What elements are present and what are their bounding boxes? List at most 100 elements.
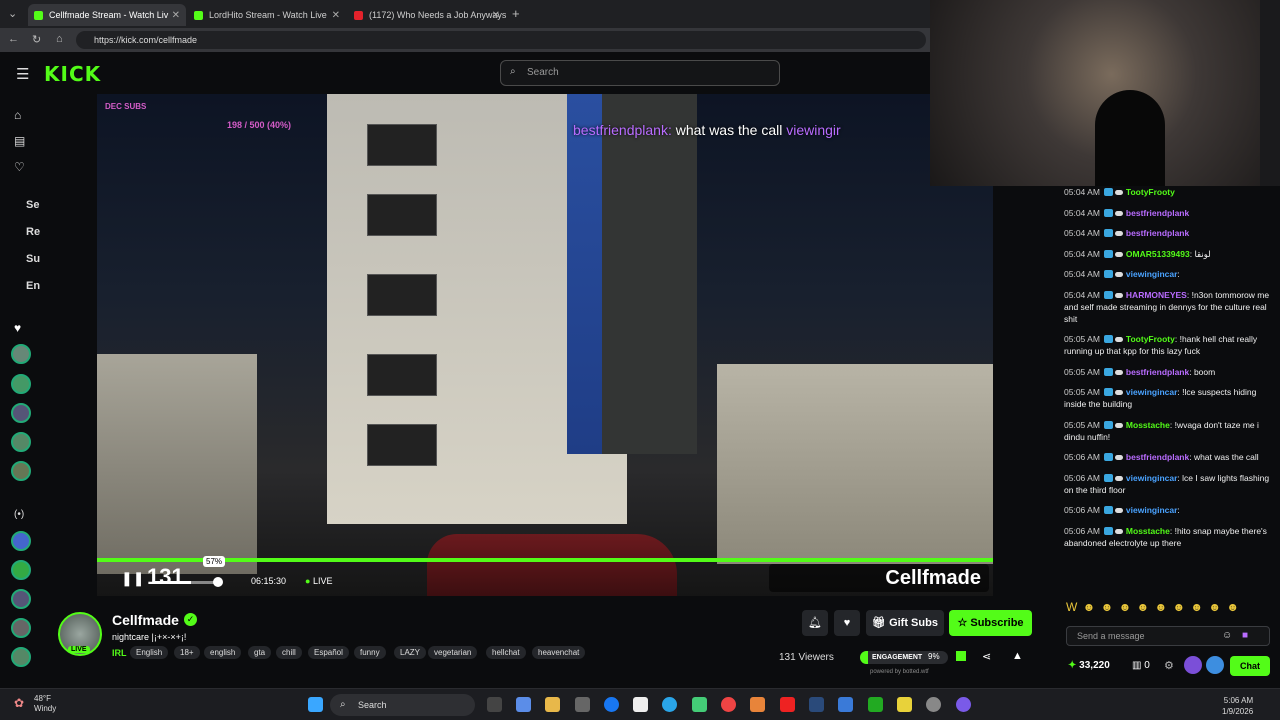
stream-tag[interactable]: vegetarian [428,646,478,659]
sidebar-item-section[interactable]: Re [26,226,40,238]
reload-icon[interactable]: ↻ [32,33,41,46]
app-icon[interactable] [956,697,971,712]
chat-username[interactable]: viewingincar [1126,473,1178,483]
sidebar-item-section[interactable]: Se [26,199,39,211]
back-icon[interactable]: ← [8,33,19,45]
stream-category[interactable]: IRL [112,648,127,658]
tab-cellfmade[interactable]: Cellfmade Stream - Watch Liv ✕ [28,4,186,26]
chrome-icon[interactable] [721,697,736,712]
extension-badge-icon[interactable] [1206,656,1224,674]
chat-username[interactable]: Mosstache [1126,420,1170,430]
tab-list-icon[interactable]: ⌄ [8,7,17,20]
edge-icon[interactable] [662,697,677,712]
tab-lordhito[interactable]: LordHito Stream - Watch Live ✕ [188,4,346,26]
taskbar-search[interactable]: Search [330,694,475,716]
report-icon[interactable]: ▲ [1012,650,1023,662]
start-icon[interactable] [308,697,323,712]
recommended-channel-avatar[interactable] [11,618,31,638]
task-view-icon[interactable] [487,697,502,712]
stream-tag[interactable]: Español [308,646,349,659]
sidebar-item-section[interactable]: Su [26,253,40,265]
obs-icon[interactable] [926,697,941,712]
file-explorer-icon[interactable] [545,697,560,712]
volume-slider-handle[interactable] [213,577,223,587]
store-icon[interactable] [575,697,590,712]
notification-bell-button[interactable]: 🔔︎ [802,610,828,636]
xbox-icon[interactable] [868,697,883,712]
chat-username[interactable]: TootyFrooty [1126,334,1175,344]
share-icon[interactable]: ⋖ [982,650,991,663]
copilot-icon[interactable] [516,697,531,712]
chat-username[interactable]: viewingincar [1126,269,1178,279]
close-tab-icon[interactable]: ✕ [332,10,340,21]
home-icon[interactable]: ⌂ [56,33,63,45]
video-player[interactable]: DEC SUBS 198 / 500 (40%) bestfriendplank… [97,94,993,596]
followed-channel-avatar[interactable] [11,344,31,364]
menu-icon[interactable]: ☰ [16,65,29,83]
stream-tag[interactable]: heavenchat [532,646,586,659]
tab-youtube[interactable]: (1172) Who Needs a Job Anyways ✕ [348,4,506,26]
chat-username[interactable]: bestfriendplank [1126,367,1189,377]
recommended-channel-avatar[interactable] [11,647,31,667]
stat-icon[interactable] [956,651,966,661]
extension-icon[interactable]: ■ [1242,630,1248,641]
stream-tag[interactable]: funny [354,646,386,659]
stream-tag[interactable]: chill [276,646,302,659]
live-indicator[interactable]: ● LIVE [305,576,332,586]
live-progress-bar[interactable] [97,558,993,562]
steam-icon[interactable] [809,697,824,712]
chat-username[interactable]: HARMONEYES [1126,290,1187,300]
url-field[interactable]: https://kick.com/cellfmade [76,31,926,49]
chat-username[interactable]: Mosstache [1126,526,1170,536]
search-input[interactable]: Search [500,60,780,86]
chat-username[interactable]: bestfriendplank [1126,452,1189,462]
amazon-icon[interactable] [633,697,648,712]
youtube-icon[interactable] [780,697,795,712]
followed-channel-avatar[interactable] [11,461,31,481]
recommended-channel-avatar[interactable] [11,560,31,580]
recommended-channel-avatar[interactable] [11,589,31,609]
gift-subs-button[interactable]: 🎁︎ Gift Subs [866,610,944,636]
stream-tag[interactable]: english [204,646,242,659]
stream-tag[interactable]: English [130,646,169,659]
calculator-icon[interactable] [692,697,707,712]
followed-channel-avatar[interactable] [11,374,31,394]
stream-tag[interactable]: gta [248,646,272,659]
close-tab-icon[interactable]: ✕ [492,10,500,21]
recommended-icon[interactable]: (•) [14,509,24,520]
emoji-icon[interactable]: ☺ [1222,630,1232,641]
followed-channel-avatar[interactable] [11,432,31,452]
weather-widget[interactable]: 48°F Windy [34,694,56,714]
extension-badge-icon[interactable] [1184,656,1202,674]
chat-username[interactable]: OMAR51339493 [1126,249,1190,259]
chat-username[interactable]: bestfriendplank [1126,228,1189,238]
recommended-channel-avatar[interactable] [11,531,31,551]
close-tab-icon[interactable]: ✕ [172,10,180,21]
new-tab-button[interactable]: + [512,6,520,21]
chat-username[interactable]: bestfriendplank [1126,208,1189,218]
rewards-count[interactable]: ▥ 0 [1132,660,1150,671]
chat-send-button[interactable]: Chat [1230,656,1270,676]
chat-settings-icon[interactable]: ⚙ [1164,659,1174,672]
notes-icon[interactable] [897,697,912,712]
facebook-icon[interactable] [604,697,619,712]
system-clock[interactable]: 5:06 AM 1/9/2026 [1222,695,1253,717]
chat-username[interactable]: TootyFrooty [1126,187,1175,197]
following-icon[interactable]: ♡ [14,160,25,174]
pause-button[interactable]: ❚❚ [121,570,144,587]
heart-icon[interactable]: ♥ [14,321,21,335]
app-icon[interactable] [838,697,853,712]
follow-heart-button[interactable]: ♥ [834,610,860,636]
stream-tag[interactable]: hellchat [486,646,526,659]
kick-logo[interactable]: KICK [44,62,101,86]
chat-username[interactable]: viewingincar [1126,387,1178,397]
vlc-icon[interactable] [750,697,765,712]
stream-tag[interactable]: LAZY [394,646,427,659]
sidebar-item-section[interactable]: En [26,280,40,292]
home-icon[interactable]: ⌂ [14,108,21,122]
chat-message-input[interactable]: Send a message [1066,626,1270,646]
channel-points[interactable]: ✦ 33,220 [1068,660,1110,671]
browse-icon[interactable]: ▤ [14,134,25,148]
channel-name[interactable]: Cellfmade [112,612,179,628]
subscribe-button[interactable]: ☆ Subscribe [949,610,1032,636]
